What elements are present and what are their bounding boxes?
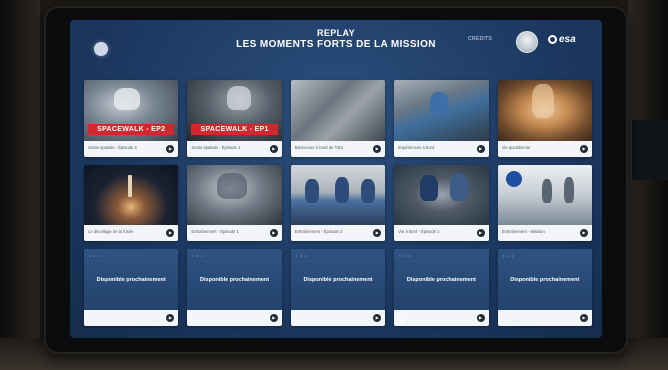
screen-glare xyxy=(395,316,405,326)
play-icon[interactable]: ▶ xyxy=(269,229,278,238)
video-caption: Bienvenue à bord de l'ISS xyxy=(294,144,344,150)
coming-soon-label: Disponible prochainement xyxy=(303,277,373,284)
esa-logo-text: esa xyxy=(559,34,576,45)
video-caption: Expériences à bord xyxy=(398,144,435,150)
replay-screen: REPLAY LES MOMENTS FORTS DE LA MISSION C… xyxy=(70,20,602,338)
dots-icon: • • • xyxy=(502,253,515,259)
video-caption: Sortie spatiale - Épisode 2 xyxy=(88,144,137,150)
video-card-8[interactable]: Entraînement - Épisode 2 ▶ xyxy=(290,164,386,242)
video-caption: Entraînement - Épisode 2 xyxy=(294,229,343,235)
video-card-3[interactable]: Bienvenue à bord de l'ISS ▶ xyxy=(290,80,386,157)
video-info-bar: ▶ xyxy=(497,309,592,326)
room-background-right xyxy=(628,0,668,370)
play-icon: ▶ xyxy=(373,313,382,322)
placeholder-thumbnail: • • • Disponible prochainement xyxy=(290,249,386,310)
coming-soon-label: Disponible prochainement xyxy=(200,277,270,284)
video-card-5[interactable]: Vie quotidienne ▶ xyxy=(497,80,592,157)
video-thumbnail xyxy=(497,80,592,141)
placeholder-thumbnail: • • • Disponible prochainement xyxy=(497,249,592,310)
video-info-bar: ▶ xyxy=(394,309,489,326)
play-icon[interactable]: ▶ xyxy=(373,229,382,238)
video-info-bar: Vie quotidienne ▶ xyxy=(497,140,592,157)
video-info-bar: Entraînement - Mission ▶ xyxy=(497,225,592,242)
play-icon: ▶ xyxy=(166,313,175,322)
video-card-7[interactable]: Entraînement - Épisode 1 ▶ xyxy=(187,164,282,242)
upcoming-card-5: • • • Disponible prochainement ▶ xyxy=(497,249,592,326)
video-card-9[interactable]: Vie à bord - Épisode 1 ▶ xyxy=(394,164,489,242)
video-info-bar: Entraînement - Épisode 2 ▶ xyxy=(290,225,386,242)
upcoming-card-2: • • • Disponible prochainement ▶ xyxy=(187,249,282,326)
video-caption: Le décollage de la fusée xyxy=(88,229,134,235)
video-info-bar: Expériences à bord ▶ xyxy=(394,140,489,157)
placeholder-thumbnail: • • • Disponible prochainement xyxy=(187,249,282,310)
video-caption: Vie quotidienne xyxy=(501,144,531,150)
video-thumbnail: SPACEWALK - EP2 xyxy=(84,80,179,141)
coming-soon-label: Disponible prochainement xyxy=(406,277,476,284)
video-thumbnail xyxy=(187,164,282,226)
dots-icon: • • • xyxy=(89,253,101,259)
dots-icon: • • • xyxy=(192,253,204,259)
placeholder-thumbnail: • • • Disponible prochainement xyxy=(84,249,179,310)
video-card-4[interactable]: Expériences à bord ▶ xyxy=(394,80,489,157)
video-info-bar: ▶ xyxy=(290,309,386,326)
play-icon[interactable]: ▶ xyxy=(580,144,588,153)
dots-icon: • • • xyxy=(295,253,308,259)
play-icon[interactable]: ▶ xyxy=(476,229,485,238)
play-icon[interactable]: ▶ xyxy=(166,229,175,238)
video-thumbnail xyxy=(394,80,489,141)
upcoming-card-4: • • • Disponible prochainement ▶ xyxy=(394,249,489,326)
astronaut-avatar[interactable] xyxy=(516,31,538,53)
video-info-bar: Sortie spatiale - Épisode 2 ▶ xyxy=(84,140,179,157)
play-icon: ▶ xyxy=(580,313,588,322)
video-thumbnail xyxy=(497,164,592,226)
play-icon[interactable]: ▶ xyxy=(476,144,485,153)
video-info-bar: ▶ xyxy=(84,309,179,326)
video-banner: SPACEWALK - EP2 xyxy=(88,123,175,135)
play-icon: ▶ xyxy=(476,313,485,322)
play-icon[interactable]: ▶ xyxy=(166,144,175,153)
upcoming-card-1: • • • Disponible prochainement ▶ xyxy=(84,249,179,326)
video-caption: Entraînement - Mission xyxy=(501,229,545,235)
video-card-10[interactable]: Entraînement - Mission ▶ xyxy=(497,164,592,242)
video-card-6[interactable]: Le décollage de la fusée ▶ xyxy=(84,164,179,242)
video-info-bar: Le décollage de la fusée ▶ xyxy=(84,225,179,242)
esa-logo: esa xyxy=(548,34,576,45)
video-caption: Sortie spatiale - Épisode 1 xyxy=(191,144,241,150)
coming-soon-label: Disponible prochainement xyxy=(510,277,580,284)
play-icon[interactable]: ▶ xyxy=(373,144,382,153)
placeholder-thumbnail: • • • Disponible prochainement xyxy=(394,249,489,310)
video-card-spacewalk-ep2[interactable]: SPACEWALK - EP2 Sortie spatiale - Épisod… xyxy=(84,80,179,157)
play-icon[interactable]: ▶ xyxy=(580,229,588,238)
play-icon: ▶ xyxy=(269,313,278,322)
esa-mark-icon xyxy=(548,35,557,44)
video-info-bar: ▶ xyxy=(187,309,282,326)
video-thumbnail xyxy=(290,164,386,226)
video-grid: SPACEWALK - EP2 Sortie spatiale - Épisod… xyxy=(84,80,592,326)
upcoming-card-3: • • • Disponible prochainement ▶ xyxy=(290,249,386,326)
video-info-bar: Sortie spatiale - Épisode 1 ▶ xyxy=(187,140,282,157)
dots-icon: • • • xyxy=(399,253,411,259)
video-thumbnail: SPACEWALK - EP1 xyxy=(187,80,282,141)
video-caption: Entraînement - Épisode 1 xyxy=(191,229,239,235)
video-info-bar: Bienvenue à bord de l'ISS ▶ xyxy=(290,140,386,157)
video-thumbnail xyxy=(290,80,386,141)
video-card-spacewalk-ep1[interactable]: SPACEWALK - EP1 Sortie spatiale - Épisod… xyxy=(187,80,282,157)
video-banner: SPACEWALK - EP1 xyxy=(191,123,278,135)
credits-link[interactable]: CRÉDITS xyxy=(468,36,492,42)
video-info-bar: Vie à bord - Épisode 1 ▶ xyxy=(394,225,489,242)
side-panel xyxy=(631,120,668,180)
video-thumbnail xyxy=(84,164,179,226)
video-thumbnail xyxy=(394,164,489,226)
video-info-bar: Entraînement - Épisode 1 ▶ xyxy=(187,225,282,242)
video-caption: Vie à bord - Épisode 1 xyxy=(398,229,440,235)
room-background-left xyxy=(0,0,40,370)
coming-soon-label: Disponible prochainement xyxy=(96,277,166,284)
play-icon[interactable]: ▶ xyxy=(269,144,278,153)
